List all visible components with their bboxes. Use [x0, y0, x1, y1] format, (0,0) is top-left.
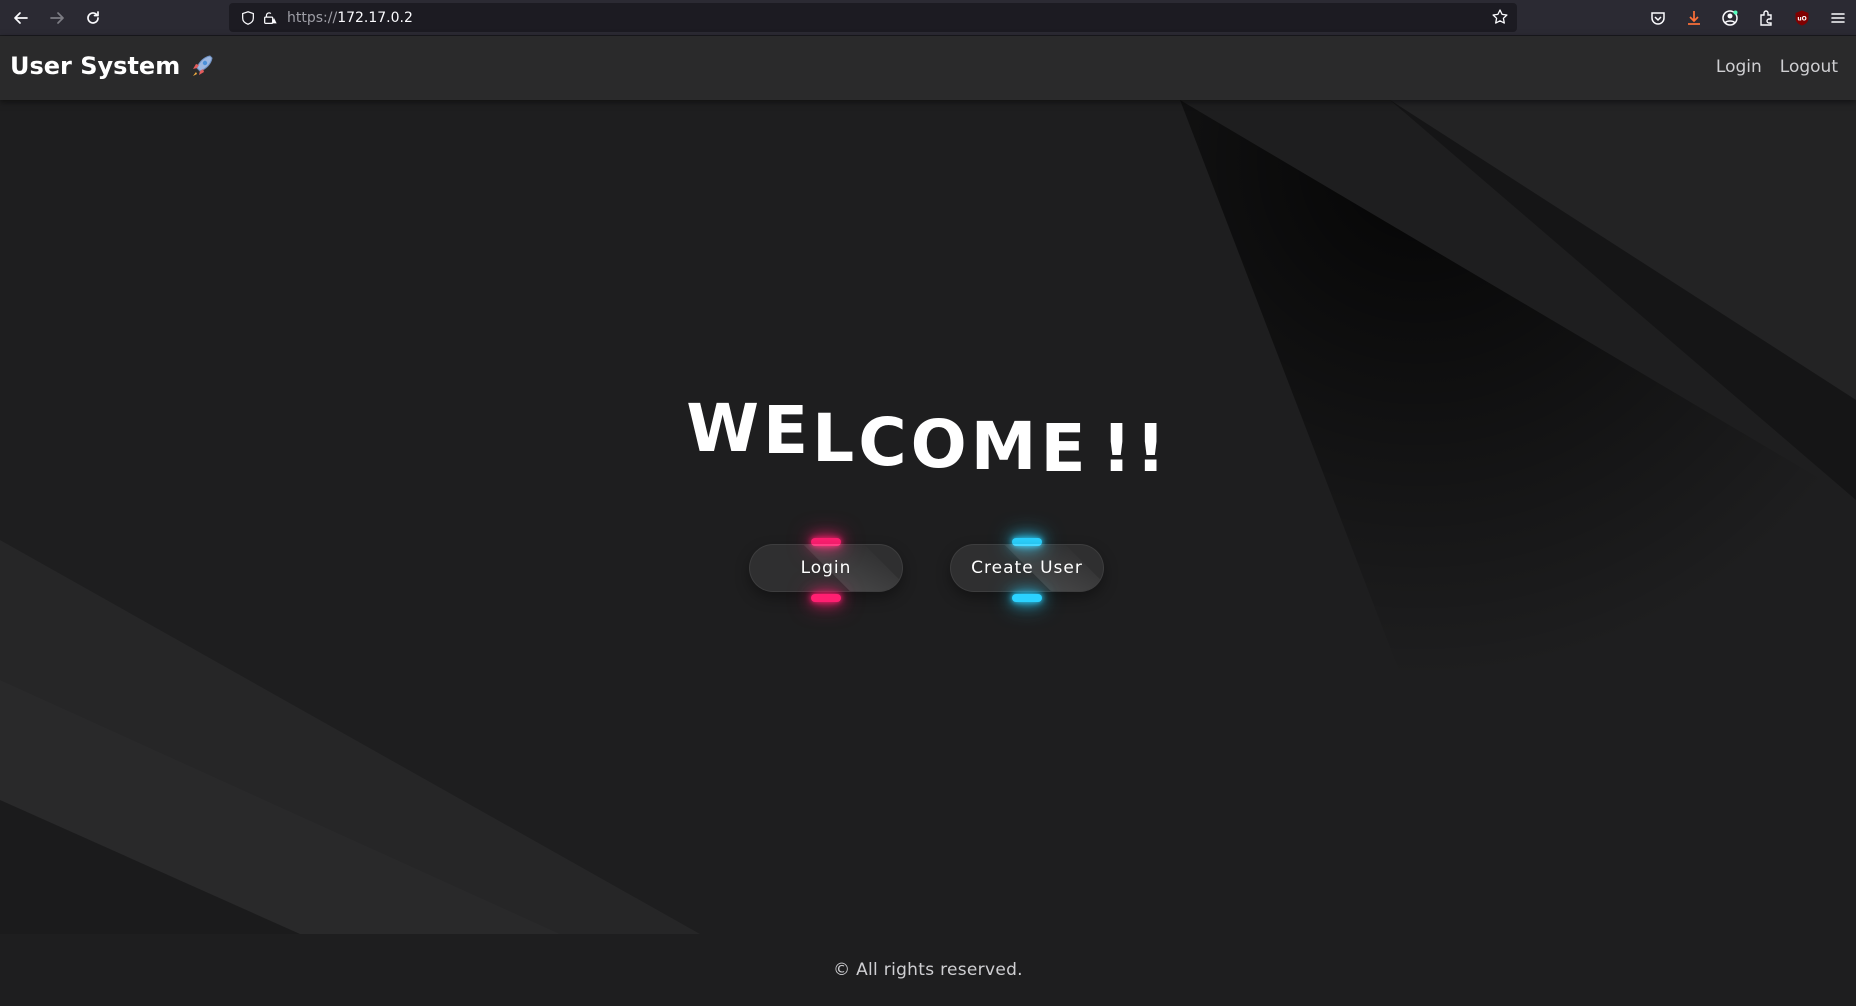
reload-icon [87, 10, 99, 24]
account-button[interactable] [1712, 0, 1748, 36]
puzzle-icon [1760, 10, 1772, 26]
downloads-button[interactable] [1676, 0, 1712, 36]
download-icon [1688, 11, 1700, 25]
welcome-letter: C [858, 404, 911, 481]
url-text: https://172.17.0.2 [287, 10, 413, 26]
welcome-letter: M [970, 408, 1041, 485]
welcome-letter: ! [1101, 410, 1136, 487]
account-icon [1722, 10, 1738, 26]
login-button-wrapper: Login [749, 538, 903, 602]
address-bar[interactable]: https://172.17.0.2 [229, 3, 1517, 32]
shield-icon[interactable] [239, 9, 257, 27]
menu-button[interactable] [1820, 0, 1856, 36]
ublock-icon: uO [1795, 10, 1809, 26]
app-navbar: User System Login Logout [0, 36, 1856, 100]
glow-accent-bottom [811, 594, 841, 602]
hamburger-menu-icon [1831, 13, 1845, 23]
bookmark-star-icon[interactable] [1491, 8, 1509, 26]
lock-warning-icon[interactable] [261, 9, 279, 27]
create-user-button-wrapper: Create User [950, 538, 1104, 602]
login-button-label: Login [800, 558, 852, 578]
nav-logout-link[interactable]: Logout [1780, 57, 1838, 77]
reload-button[interactable] [78, 3, 108, 33]
svg-text:uO: uO [1797, 16, 1806, 23]
welcome-letter: E [1040, 410, 1090, 487]
nav-login-link[interactable]: Login [1716, 57, 1762, 77]
toolbar-extensions: uO [1640, 0, 1856, 36]
welcome-letter: E [763, 392, 813, 469]
footer: © All rights reserved. [0, 934, 1856, 1006]
welcome-title: W E L C O M E ! ! [0, 362, 1856, 482]
brand[interactable]: User System [10, 52, 216, 80]
url-host: 172.17.0.2 [337, 9, 413, 26]
copyright-text: © All rights reserved. [833, 960, 1023, 980]
nav-links: Login Logout [1716, 57, 1838, 77]
hero-section: W E L C O M E ! ! Login Create User [0, 100, 1856, 934]
welcome-letter: ! [1135, 410, 1170, 487]
forward-arrow-icon [50, 11, 64, 24]
glow-accent-bottom [1012, 594, 1042, 602]
pocket-button[interactable] [1640, 0, 1676, 36]
welcome-letter: O [910, 406, 971, 483]
create-user-button[interactable]: Create User [950, 544, 1104, 592]
login-button[interactable]: Login [749, 544, 903, 592]
url-scheme: https:// [287, 9, 338, 26]
create-user-button-label: Create User [971, 558, 1083, 578]
back-button[interactable] [6, 3, 36, 33]
browser-toolbar: https://172.17.0.2 uO [0, 0, 1856, 36]
back-arrow-icon [14, 11, 28, 24]
ublock-button[interactable]: uO [1784, 0, 1820, 36]
brand-title: User System [10, 52, 181, 80]
welcome-letter: W [686, 390, 764, 467]
extensions-button[interactable] [1748, 0, 1784, 36]
rocket-icon [193, 55, 213, 76]
pocket-icon [1651, 12, 1665, 25]
background-shapes [0, 100, 1856, 934]
forward-button[interactable] [42, 3, 72, 33]
welcome-letter: L [812, 400, 859, 477]
